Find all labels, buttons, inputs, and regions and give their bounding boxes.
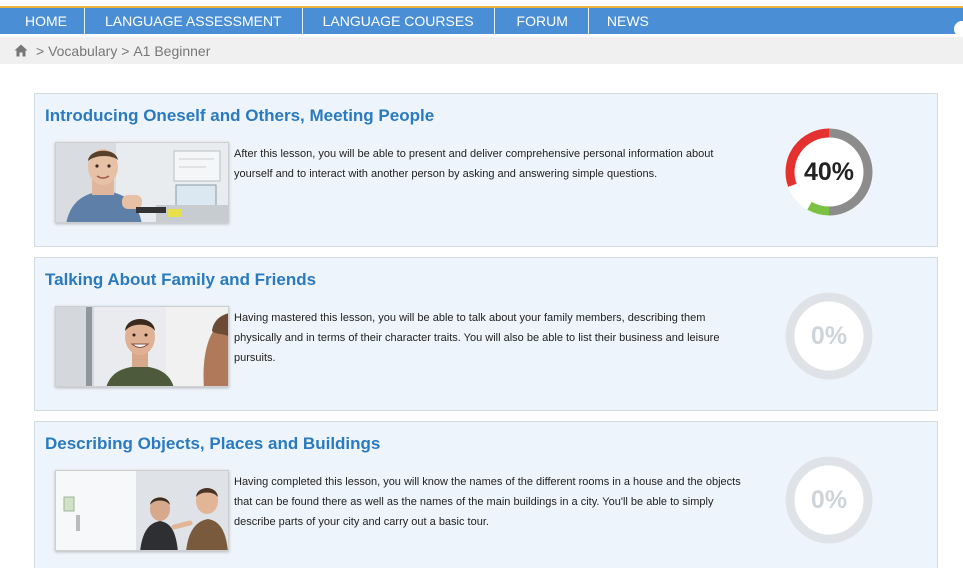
account-icon[interactable]: [954, 21, 963, 37]
lesson-description: Having mastered this lesson, you will be…: [234, 312, 720, 364]
nav-separator: [301, 8, 303, 34]
lesson-description: After this lesson, you will be able to p…: [234, 148, 714, 180]
top-bar: HOME LANGUAGE ASSESSMENT LANGUAGE COURSE…: [0, 0, 963, 37]
progress-ring: 0%: [783, 454, 875, 546]
progress-label: 40%: [803, 158, 855, 186]
breadcrumb: > Vocabulary > A1 Beginner: [0, 37, 963, 64]
lesson-card[interactable]: Talking About Family and Friends Having …: [34, 257, 938, 411]
progress-ring: 40%: [783, 126, 875, 218]
lesson-image: [55, 142, 229, 223]
breadcrumb-separator: >: [36, 42, 45, 59]
nav-language-courses[interactable]: LANGUAGE COURSES: [303, 8, 494, 34]
nav-separator: [587, 8, 589, 34]
progress-label: 0%: [810, 486, 848, 514]
nav-separator: [84, 8, 85, 34]
nav-language-assessment[interactable]: LANGUAGE ASSESSMENT: [85, 8, 302, 34]
breadcrumb-a1-beginner: A1 Beginner: [133, 42, 211, 59]
progress-label: 0%: [810, 322, 848, 350]
lesson-title[interactable]: Describing Objects, Places and Buildings: [45, 434, 380, 454]
nav-news[interactable]: NEWS: [589, 8, 663, 34]
lesson-image: [55, 306, 229, 387]
breadcrumb-separator: >: [121, 42, 130, 59]
lesson-card[interactable]: Introducing Oneself and Others, Meeting …: [34, 93, 938, 247]
home-icon[interactable]: [14, 44, 28, 57]
nav-separator: [493, 8, 495, 34]
progress-ring: 0%: [783, 290, 875, 382]
lesson-image: [55, 470, 229, 551]
nav-home[interactable]: HOME: [0, 8, 84, 34]
lesson-title[interactable]: Introducing Oneself and Others, Meeting …: [45, 106, 434, 126]
lesson-title[interactable]: Talking About Family and Friends: [45, 270, 316, 290]
lesson-description: Having completed this lesson, you will k…: [234, 476, 741, 528]
lesson-card[interactable]: Describing Objects, Places and Buildings…: [34, 421, 938, 568]
main-nav: HOME LANGUAGE ASSESSMENT LANGUAGE COURSE…: [0, 8, 963, 37]
nav-forum[interactable]: FORUM: [495, 8, 588, 34]
breadcrumb-vocabulary[interactable]: Vocabulary: [48, 43, 117, 59]
